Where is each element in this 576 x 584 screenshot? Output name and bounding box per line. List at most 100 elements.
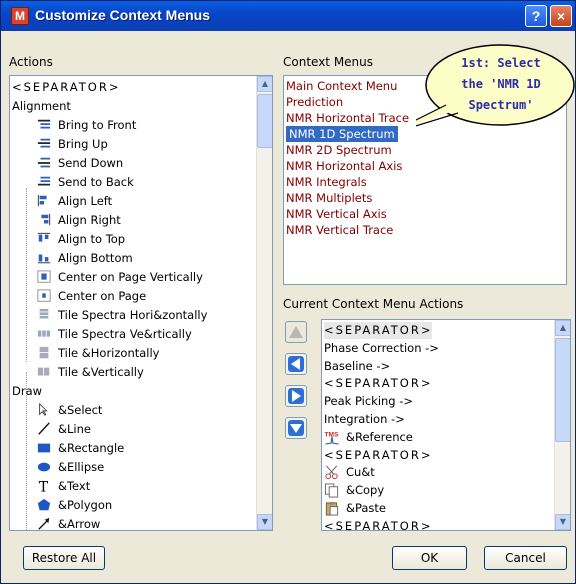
scissors-icon	[325, 466, 338, 480]
tree-item-label: &Ellipse	[58, 460, 105, 474]
move-down-button[interactable]	[285, 417, 307, 439]
bring-up-icon	[37, 138, 51, 148]
cancel-button[interactable]: Cancel	[484, 546, 567, 570]
tree-item[interactable]: Center on Page Vertically	[32, 268, 203, 286]
tree-item-label: Tile Spectra Ve&rtically	[58, 327, 192, 341]
restore-all-button[interactable]: Restore All	[23, 546, 105, 570]
tree-group-alignment[interactable]: Alignment	[12, 97, 71, 115]
tree-item-label: Tile &Horizontally	[58, 346, 160, 360]
context-menu-item[interactable]: NMR Multiplets	[286, 190, 372, 206]
ok-button[interactable]: OK	[392, 546, 467, 570]
align-bottom-icon	[37, 254, 51, 264]
move-right-button[interactable]	[285, 385, 307, 407]
center-page-icon	[37, 289, 51, 302]
action-item-label: &Copy	[346, 483, 385, 498]
line-icon	[38, 422, 50, 435]
tree-item-label: Align Bottom	[58, 251, 133, 265]
ellipse-icon	[37, 462, 51, 472]
tree-item-label: &Rectangle	[58, 441, 125, 455]
scroll-down-arrow-icon[interactable]: ▼	[257, 514, 272, 530]
action-item[interactable]: Phase Correction ->	[324, 340, 439, 357]
tree-item[interactable]: Tile Spectra Hori&zontally	[32, 306, 207, 324]
action-item[interactable]: &Paste	[324, 500, 386, 517]
tree-item-label: &Polygon	[58, 498, 113, 512]
context-menu-item[interactable]: Main Context Menu	[286, 78, 397, 94]
bring-to-front-icon	[37, 119, 51, 129]
tree-item-label: &Text	[58, 479, 91, 493]
svg-text:T: T	[39, 479, 49, 493]
send-to-back-icon	[37, 176, 51, 186]
scroll-thumb[interactable]	[257, 94, 272, 148]
paste-icon	[325, 501, 339, 516]
title-bar[interactable]: M Customize Context Menus ? ×	[1, 1, 575, 31]
tree-item[interactable]: Tile Spectra Ve&rtically	[32, 325, 192, 343]
move-left-button[interactable]	[285, 353, 307, 375]
tile-h-icon	[39, 346, 49, 359]
context-menu-item[interactable]: Prediction	[286, 94, 343, 110]
action-item[interactable]: Baseline ->	[324, 358, 390, 375]
context-menu-item[interactable]: NMR Horizontal Trace	[286, 110, 409, 126]
separator-item[interactable]: <SEPARATOR>	[324, 375, 432, 392]
tree-item[interactable]: Send Down	[32, 154, 123, 172]
current-actions-list[interactable]: <SEPARATOR> Phase Correction -> Baseline -…	[321, 319, 571, 531]
action-item[interactable]: Integration ->	[324, 411, 405, 428]
rectangle-icon	[37, 443, 51, 453]
tree-item-label: Send Down	[58, 156, 124, 170]
context-menu-item[interactable]: NMR Integrals	[286, 174, 367, 190]
tree-item[interactable]: &Select	[32, 401, 102, 419]
tree-item-label: Center on Page	[58, 289, 147, 303]
action-item[interactable]: Cu&t	[324, 464, 375, 481]
tree-item[interactable]: T &Text	[32, 477, 90, 495]
scroll-up-arrow-icon[interactable]: ▲	[257, 76, 272, 92]
tree-item[interactable]: Send to Back	[32, 173, 134, 191]
actions-scrollbar[interactable]: ▲ ▼	[256, 76, 272, 530]
tree-item[interactable]: Bring to Front	[32, 116, 136, 134]
scroll-down-arrow-icon[interactable]: ▼	[555, 514, 570, 530]
actions-label: Actions	[9, 55, 53, 69]
action-item-label: Cu&t	[346, 465, 375, 480]
tree-item[interactable]: Bring Up	[32, 135, 108, 153]
current-actions-scrollbar[interactable]: ▲ ▼	[554, 320, 570, 530]
tree-item[interactable]: &Arrow	[32, 515, 101, 531]
tree-item[interactable]: Align Left	[32, 192, 112, 210]
tree-guide	[26, 188, 27, 362]
action-item[interactable]: TMS &Reference	[324, 429, 413, 446]
context-menu-item[interactable]: NMR 2D Spectrum	[286, 142, 392, 158]
tree-item-label: Center on Page Vertically	[58, 270, 203, 284]
tree-item[interactable]: &Ellipse	[32, 458, 104, 476]
tree-item[interactable]: &Rectangle	[32, 439, 124, 457]
tree-item-label: Bring Up	[58, 137, 108, 151]
separator-item[interactable]: <SEPARATOR>	[324, 518, 432, 530]
scroll-up-arrow-icon[interactable]: ▲	[555, 320, 570, 336]
action-item[interactable]: Peak Picking ->	[324, 393, 413, 410]
tree-item[interactable]: Tile &Vertically	[32, 363, 144, 381]
center-vertical-icon	[37, 270, 51, 283]
context-menu-item[interactable]: NMR Vertical Trace	[286, 222, 393, 238]
tree-item[interactable]: Center on Page	[32, 287, 146, 305]
actions-tree[interactable]: <SEPARATOR> Alignment Bring to Front Bring …	[9, 75, 273, 531]
separator-item[interactable]: <SEPARATOR>	[324, 322, 433, 339]
context-menu-item[interactable]: NMR 1D Spectrum	[286, 126, 398, 142]
tree-item-label: &Arrow	[58, 517, 101, 531]
tree-item[interactable]: &Polygon	[32, 496, 112, 514]
close-button[interactable]: ×	[550, 5, 572, 27]
tree-item[interactable]: Align Bottom	[32, 249, 133, 267]
tree-item-label: Tile &Vertically	[58, 365, 144, 379]
scroll-thumb[interactable]	[555, 338, 570, 442]
tree-item[interactable]: Tile &Horizontally	[32, 344, 159, 362]
move-up-button[interactable]	[285, 321, 307, 343]
tree-item[interactable]: &Line	[32, 420, 91, 438]
triangle-left-icon	[288, 356, 304, 372]
tree-group-draw[interactable]: Draw	[12, 382, 42, 400]
tree-item[interactable]: Align Right	[32, 211, 121, 229]
separator-item[interactable]: <SEPARATOR>	[324, 447, 432, 464]
tree-item-label: &Line	[58, 422, 91, 436]
tree-item[interactable]: Align to Top	[32, 230, 125, 248]
context-menu-item[interactable]: NMR Vertical Axis	[286, 206, 387, 222]
current-actions-label: Current Context Menu Actions	[283, 297, 464, 311]
help-button[interactable]: ?	[525, 5, 547, 27]
action-item[interactable]: &Copy	[324, 482, 384, 499]
separator-item[interactable]: <SEPARATOR>	[12, 78, 120, 96]
window-title: Customize Context Menus	[35, 7, 211, 23]
context-menu-item[interactable]: NMR Horizontal Axis	[286, 158, 402, 174]
